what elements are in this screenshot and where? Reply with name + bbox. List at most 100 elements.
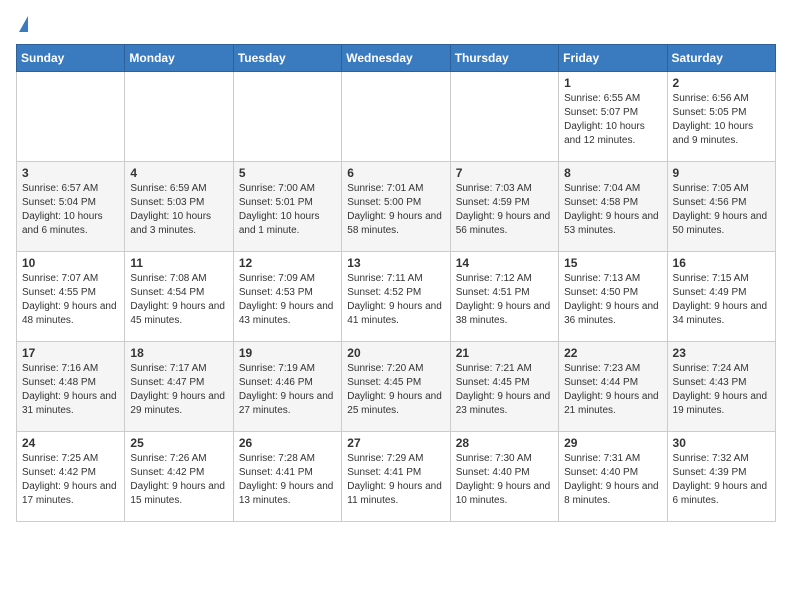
day-info: Sunrise: 6:57 AM Sunset: 5:04 PM Dayligh… (22, 182, 119, 238)
day-number: 29 (564, 436, 661, 450)
day-number: 3 (22, 166, 119, 180)
header-row: SundayMondayTuesdayWednesdayThursdayFrid… (17, 45, 776, 72)
day-cell: 26 Sunrise: 7:28 AM Sunset: 4:41 PM Dayli… (233, 432, 341, 522)
header-cell-tuesday: Tuesday (233, 45, 341, 72)
day-number: 4 (130, 166, 227, 180)
day-cell (233, 72, 341, 162)
day-cell: 11 Sunrise: 7:08 AM Sunset: 4:54 PM Dayli… (125, 252, 233, 342)
day-cell: 25 Sunrise: 7:26 AM Sunset: 4:42 PM Dayli… (125, 432, 233, 522)
logo-icon (19, 16, 28, 32)
day-info: Sunrise: 7:26 AM Sunset: 4:42 PM Dayligh… (130, 452, 227, 508)
day-number: 28 (456, 436, 553, 450)
day-number: 18 (130, 346, 227, 360)
day-cell: 29 Sunrise: 7:31 AM Sunset: 4:40 PM Dayli… (559, 432, 667, 522)
day-number: 27 (347, 436, 444, 450)
day-cell: 16 Sunrise: 7:15 AM Sunset: 4:49 PM Dayli… (667, 252, 775, 342)
day-cell: 20Sunrise: 7:20 AM Sunset: 4:45 PM Dayli… (342, 342, 450, 432)
day-number: 8 (564, 166, 661, 180)
day-info: Sunrise: 7:23 AM Sunset: 4:44 PM Dayligh… (564, 362, 661, 418)
day-info: Sunrise: 7:30 AM Sunset: 4:40 PM Dayligh… (456, 452, 553, 508)
day-cell: 14 Sunrise: 7:12 AM Sunset: 4:51 PM Dayli… (450, 252, 558, 342)
day-cell: 10 Sunrise: 7:07 AM Sunset: 4:55 PM Dayli… (17, 252, 125, 342)
day-cell: 23Sunrise: 7:24 AM Sunset: 4:43 PM Dayli… (667, 342, 775, 432)
week-row-4: 17 Sunrise: 7:16 AM Sunset: 4:48 PM Dayli… (17, 342, 776, 432)
day-cell: 5 Sunrise: 7:00 AM Sunset: 5:01 PM Daylig… (233, 162, 341, 252)
day-info: Sunrise: 7:00 AM Sunset: 5:01 PM Dayligh… (239, 182, 336, 238)
day-cell: 24 Sunrise: 7:25 AM Sunset: 4:42 PM Dayli… (17, 432, 125, 522)
day-info: Sunrise: 7:07 AM Sunset: 4:55 PM Dayligh… (22, 272, 119, 328)
day-cell: 28 Sunrise: 7:30 AM Sunset: 4:40 PM Dayli… (450, 432, 558, 522)
day-number: 30 (673, 436, 770, 450)
day-cell: 13 Sunrise: 7:11 AM Sunset: 4:52 PM Dayli… (342, 252, 450, 342)
header-cell-monday: Monday (125, 45, 233, 72)
day-number: 1 (564, 76, 661, 90)
calendar-header: SundayMondayTuesdayWednesdayThursdayFrid… (17, 45, 776, 72)
day-info: Sunrise: 7:21 AM Sunset: 4:45 PM Dayligh… (456, 362, 553, 418)
day-number: 24 (22, 436, 119, 450)
day-info: Sunrise: 7:12 AM Sunset: 4:51 PM Dayligh… (456, 272, 553, 328)
header-cell-wednesday: Wednesday (342, 45, 450, 72)
day-cell: 4 Sunrise: 6:59 AM Sunset: 5:03 PM Daylig… (125, 162, 233, 252)
day-info: Sunrise: 7:28 AM Sunset: 4:41 PM Dayligh… (239, 452, 336, 508)
day-cell (450, 72, 558, 162)
calendar-table: SundayMondayTuesdayWednesdayThursdayFrid… (16, 44, 776, 522)
day-info: Sunrise: 6:59 AM Sunset: 5:03 PM Dayligh… (130, 182, 227, 238)
day-number: 20 (347, 346, 444, 360)
day-cell (125, 72, 233, 162)
day-info: Sunrise: 7:13 AM Sunset: 4:50 PM Dayligh… (564, 272, 661, 328)
day-info: Sunrise: 7:15 AM Sunset: 4:49 PM Dayligh… (673, 272, 770, 328)
day-info: Sunrise: 7:11 AM Sunset: 4:52 PM Dayligh… (347, 272, 444, 328)
day-number: 19 (239, 346, 336, 360)
day-number: 12 (239, 256, 336, 270)
header-cell-thursday: Thursday (450, 45, 558, 72)
day-number: 6 (347, 166, 444, 180)
day-info: Sunrise: 7:04 AM Sunset: 4:58 PM Dayligh… (564, 182, 661, 238)
day-cell (342, 72, 450, 162)
header-cell-friday: Friday (559, 45, 667, 72)
day-info: Sunrise: 7:08 AM Sunset: 4:54 PM Dayligh… (130, 272, 227, 328)
day-number: 26 (239, 436, 336, 450)
day-number: 9 (673, 166, 770, 180)
header-cell-saturday: Saturday (667, 45, 775, 72)
day-info: Sunrise: 7:29 AM Sunset: 4:41 PM Dayligh… (347, 452, 444, 508)
day-cell: 7 Sunrise: 7:03 AM Sunset: 4:59 PM Daylig… (450, 162, 558, 252)
day-number: 16 (673, 256, 770, 270)
day-cell: 12 Sunrise: 7:09 AM Sunset: 4:53 PM Dayli… (233, 252, 341, 342)
day-number: 21 (456, 346, 553, 360)
day-number: 14 (456, 256, 553, 270)
week-row-5: 24 Sunrise: 7:25 AM Sunset: 4:42 PM Dayli… (17, 432, 776, 522)
day-cell: 2Sunrise: 6:56 AM Sunset: 5:05 PM Daylig… (667, 72, 775, 162)
day-cell: 30Sunrise: 7:32 AM Sunset: 4:39 PM Dayli… (667, 432, 775, 522)
day-cell: 21 Sunrise: 7:21 AM Sunset: 4:45 PM Dayli… (450, 342, 558, 432)
day-info: Sunrise: 7:01 AM Sunset: 5:00 PM Dayligh… (347, 182, 444, 238)
logo (16, 16, 28, 32)
day-cell: 3 Sunrise: 6:57 AM Sunset: 5:04 PM Daylig… (17, 162, 125, 252)
day-number: 13 (347, 256, 444, 270)
day-cell: 9 Sunrise: 7:05 AM Sunset: 4:56 PM Daylig… (667, 162, 775, 252)
day-info: Sunrise: 7:25 AM Sunset: 4:42 PM Dayligh… (22, 452, 119, 508)
day-info: Sunrise: 7:31 AM Sunset: 4:40 PM Dayligh… (564, 452, 661, 508)
day-number: 5 (239, 166, 336, 180)
day-cell: 1 Sunrise: 6:55 AM Sunset: 5:07 PM Daylig… (559, 72, 667, 162)
day-info: Sunrise: 6:55 AM Sunset: 5:07 PM Dayligh… (564, 92, 661, 148)
day-cell: 6 Sunrise: 7:01 AM Sunset: 5:00 PM Daylig… (342, 162, 450, 252)
day-number: 23 (673, 346, 770, 360)
day-info: Sunrise: 7:05 AM Sunset: 4:56 PM Dayligh… (673, 182, 770, 238)
day-cell: 18 Sunrise: 7:17 AM Sunset: 4:47 PM Dayli… (125, 342, 233, 432)
day-info: Sunrise: 6:56 AM Sunset: 5:05 PM Dayligh… (673, 92, 770, 148)
day-info: Sunrise: 7:16 AM Sunset: 4:48 PM Dayligh… (22, 362, 119, 418)
day-info: Sunrise: 7:09 AM Sunset: 4:53 PM Dayligh… (239, 272, 336, 328)
day-info: Sunrise: 7:17 AM Sunset: 4:47 PM Dayligh… (130, 362, 227, 418)
day-cell: 27 Sunrise: 7:29 AM Sunset: 4:41 PM Dayli… (342, 432, 450, 522)
header-cell-sunday: Sunday (17, 45, 125, 72)
day-number: 10 (22, 256, 119, 270)
day-cell: 22 Sunrise: 7:23 AM Sunset: 4:44 PM Dayli… (559, 342, 667, 432)
day-number: 7 (456, 166, 553, 180)
day-info: Sunrise: 7:19 AM Sunset: 4:46 PM Dayligh… (239, 362, 336, 418)
day-info: Sunrise: 7:03 AM Sunset: 4:59 PM Dayligh… (456, 182, 553, 238)
day-number: 22 (564, 346, 661, 360)
day-number: 25 (130, 436, 227, 450)
day-cell: 19 Sunrise: 7:19 AM Sunset: 4:46 PM Dayli… (233, 342, 341, 432)
day-number: 11 (130, 256, 227, 270)
day-number: 17 (22, 346, 119, 360)
